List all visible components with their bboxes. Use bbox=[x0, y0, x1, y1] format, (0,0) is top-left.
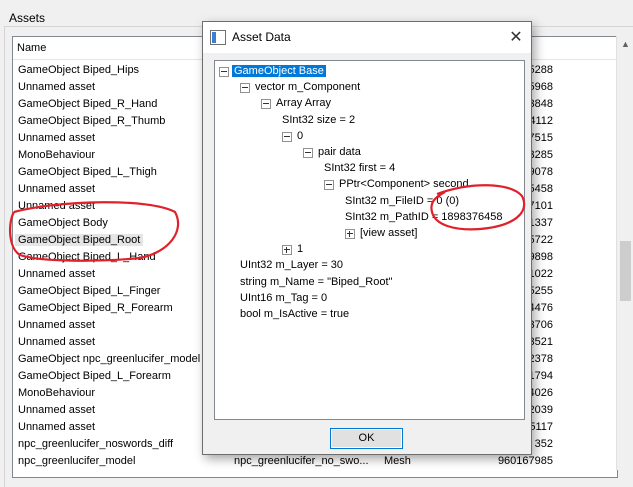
asset-name-cell: Unnamed asset bbox=[18, 268, 96, 280]
window-icon bbox=[210, 30, 226, 45]
asset-data-tree[interactable]: GameObject Base vector m_Component Array A… bbox=[214, 60, 525, 420]
tree-node-label: GameObject Base bbox=[232, 65, 326, 77]
tree-node-label: [view asset] bbox=[360, 227, 418, 239]
asset-name-cell: GameObject Biped_L_Finger bbox=[18, 285, 161, 297]
asset-data-dialog: Asset Data ✕ GameObject Base vector m_Com… bbox=[202, 21, 532, 455]
collapse-minus-icon[interactable] bbox=[261, 99, 271, 110]
tree-node-label: SInt32 m_FileID = 0 (0) bbox=[345, 194, 460, 207]
tree-node[interactable]: GameObject Base bbox=[215, 64, 524, 80]
asset-name-cell: GameObject npc_greenlucifer_model bbox=[18, 353, 201, 365]
tree-node-label: 1 bbox=[297, 243, 304, 256]
tree-node[interactable]: SInt32 first = 4 bbox=[215, 161, 524, 177]
scrollbar-thumb[interactable] bbox=[620, 241, 631, 301]
collapse-minus-icon[interactable] bbox=[324, 180, 334, 191]
asset-name-cell: Unnamed asset bbox=[18, 421, 96, 433]
tree-node-label: 0 bbox=[297, 129, 304, 142]
collapse-minus-icon[interactable] bbox=[240, 83, 250, 94]
tree-node-label: UInt32 m_Layer = 30 bbox=[240, 259, 344, 272]
tree-node[interactable]: 1 bbox=[215, 242, 524, 258]
tree-node-label: bool m_IsActive = true bbox=[240, 308, 350, 320]
asset-pathid-cell: 960167985 bbox=[497, 455, 553, 467]
tree-node[interactable]: 0 bbox=[215, 129, 524, 145]
asset-name-cell: Unnamed asset bbox=[18, 183, 96, 195]
tree-node[interactable]: SInt32 size = 2 bbox=[215, 113, 524, 129]
asset-type-cell: Mesh bbox=[384, 455, 411, 467]
tree-node[interactable]: pair data bbox=[215, 145, 524, 161]
dialog-title: Asset Data bbox=[232, 30, 291, 44]
collapse-minus-icon[interactable] bbox=[282, 131, 292, 142]
expand-plus-icon[interactable] bbox=[345, 229, 355, 239]
asset-name-cell: GameObject Biped_R_Forearm bbox=[18, 302, 173, 314]
asset-name-cell: GameObject Biped_Root bbox=[15, 234, 144, 246]
asset-name-cell: Unnamed asset bbox=[18, 404, 96, 416]
table-row[interactable]: npc_greenlucifer_model npc_greenlucifer_n… bbox=[13, 453, 617, 470]
asset-list-scrollbar[interactable]: ▲ bbox=[616, 36, 633, 470]
asset-name-cell: GameObject Biped_L_Forearm bbox=[18, 370, 171, 382]
assets-group-title: Assets bbox=[9, 11, 46, 25]
tree-node[interactable]: SInt32 m_PathID = 1898376458 bbox=[215, 210, 524, 226]
expand-plus-icon[interactable] bbox=[282, 245, 292, 256]
tree-node-label: pair data bbox=[318, 146, 361, 158]
asset-name-cell: GameObject Biped_L_Thigh bbox=[18, 166, 157, 178]
asset-container-cell: npc_greenlucifer_no_swo... bbox=[234, 455, 369, 467]
tree-node-label: PPtr<Component> second bbox=[339, 178, 469, 191]
tree-node-label: Array Array bbox=[276, 97, 332, 110]
asset-name-cell: GameObject Biped_R_Thumb bbox=[18, 115, 166, 127]
tree-node-label: SInt32 first = 4 bbox=[324, 162, 396, 175]
dialog-titlebar: Asset Data ✕ bbox=[203, 22, 531, 53]
tree-node-label: SInt32 m_PathID = 1898376458 bbox=[345, 210, 503, 223]
tree-node[interactable]: Array Array bbox=[215, 96, 524, 112]
asset-name-cell: GameObject Biped_R_Hand bbox=[18, 98, 158, 110]
asset-name-cell: GameObject Body bbox=[18, 217, 108, 229]
tree-node[interactable]: UInt16 m_Tag = 0 bbox=[215, 291, 524, 307]
asset-name-cell: npc_greenlucifer_noswords_diff bbox=[18, 438, 174, 450]
collapse-minus-icon[interactable] bbox=[219, 67, 229, 77]
asset-name-cell: Unnamed asset bbox=[18, 132, 96, 144]
tree-node[interactable]: [view asset] bbox=[215, 226, 524, 242]
asset-name-cell: MonoBehaviour bbox=[18, 387, 96, 399]
tree-node[interactable]: PPtr<Component> second bbox=[215, 177, 524, 193]
collapse-minus-icon[interactable] bbox=[303, 148, 313, 158]
asset-name-cell: MonoBehaviour bbox=[18, 149, 96, 161]
scroll-up-arrow-icon[interactable]: ▲ bbox=[621, 39, 630, 49]
tree-node-label: SInt32 size = 2 bbox=[282, 113, 356, 126]
tree-node[interactable]: UInt32 m_Layer = 30 bbox=[215, 258, 524, 274]
asset-name-cell: GameObject Biped_Hips bbox=[18, 64, 140, 76]
asset-name-cell: GameObject Biped_L_Hand bbox=[18, 251, 156, 263]
tree-node[interactable]: bool m_IsActive = true bbox=[215, 307, 524, 323]
column-name-header[interactable]: Name bbox=[17, 42, 46, 54]
close-button[interactable]: ✕ bbox=[501, 22, 531, 53]
tree-node-label: vector m_Component bbox=[255, 81, 361, 94]
ok-button[interactable]: OK bbox=[330, 428, 403, 449]
asset-name-cell: npc_greenlucifer_model bbox=[18, 455, 136, 467]
tree-node[interactable]: string m_Name = "Biped_Root" bbox=[215, 275, 524, 291]
tree-node[interactable]: vector m_Component bbox=[215, 80, 524, 96]
asset-name-cell: Unnamed asset bbox=[18, 200, 96, 212]
asset-name-cell: Unnamed asset bbox=[18, 336, 96, 348]
tree-node-label: string m_Name = "Biped_Root" bbox=[240, 275, 393, 288]
asset-name-cell: Unnamed asset bbox=[18, 81, 96, 93]
asset-name-cell: Unnamed asset bbox=[18, 319, 96, 331]
tree-node-label: UInt16 m_Tag = 0 bbox=[240, 291, 328, 304]
tree-node[interactable]: SInt32 m_FileID = 0 (0) bbox=[215, 194, 524, 210]
